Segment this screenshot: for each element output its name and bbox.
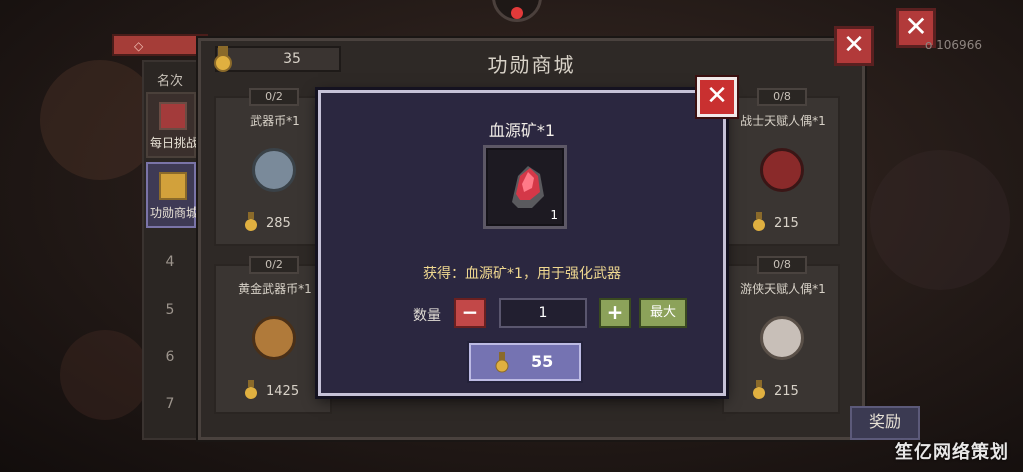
item-price: 215: [774, 384, 799, 399]
max-button[interactable]: 最大: [639, 298, 687, 328]
medal-icon: [495, 352, 509, 373]
watermark: 笙亿网络策划: [895, 442, 1009, 463]
rank-number: 7: [165, 396, 175, 412]
diamond-icon: ◇: [134, 39, 144, 53]
shop-card[interactable]: 0/8 游侠天赋人偶*1 215: [722, 256, 840, 414]
ranger-doll-icon: [760, 316, 804, 360]
warrior-doll-icon: [760, 148, 804, 192]
tab-merit-shop[interactable]: 功勋商城: [146, 162, 198, 228]
rank-number: 6: [165, 349, 175, 365]
tab-label: 功勋商城: [149, 206, 198, 220]
rank-column: 名次 每日挑战 功勋商城 4 5 6 7: [142, 60, 198, 440]
medal-icon: [214, 46, 232, 72]
item-price: 215: [774, 216, 799, 231]
item-name: 战士天赋人偶*1: [740, 114, 826, 128]
close-icon: ✕: [843, 30, 865, 60]
plus-icon: +: [606, 300, 624, 324]
gold-weapon-coin-icon: [252, 316, 296, 360]
item-name: 游侠天赋人偶*1: [740, 282, 826, 296]
currency-display: 35: [214, 46, 341, 72]
item-quantity: 1: [550, 208, 558, 222]
shop-close-button[interactable]: ✕: [834, 26, 874, 66]
shop-card[interactable]: 0/2 黄金武器币*1 1425: [214, 256, 332, 414]
player-id: o 106966: [925, 38, 982, 52]
shop-card[interactable]: 0/8 战士天赋人偶*1 215: [722, 88, 840, 246]
medal-icon: [245, 380, 257, 399]
buy-button[interactable]: 55: [469, 343, 581, 381]
currency-value: 35: [283, 51, 301, 67]
increase-button[interactable]: +: [599, 298, 631, 328]
rank-number: 4: [165, 254, 175, 270]
purchase-count: 0/8: [757, 88, 807, 106]
popup-title: 血源矿*1: [488, 121, 556, 140]
rank-header: 名次: [156, 74, 183, 89]
item-slot: 1: [483, 145, 567, 229]
blood-ore-icon: [512, 166, 544, 208]
medal-icon: [753, 212, 765, 231]
daily-challenge-icon: [159, 102, 187, 130]
medal-icon: [753, 380, 765, 399]
purchase-count: 0/2: [249, 256, 299, 274]
buy-price: 55: [531, 352, 554, 371]
purchase-count: 0/8: [757, 256, 807, 274]
decrease-button[interactable]: −: [454, 298, 486, 328]
medal-icon: [159, 172, 187, 200]
shop-card[interactable]: 0/2 武器币*1 285: [214, 88, 332, 246]
item-price: 1425: [266, 384, 300, 399]
notification-dot: [511, 7, 523, 19]
purchase-popup: 血源矿*1 1 获得：血源矿*1，用于强化武器 数量 − 1 + 最大 55: [318, 90, 726, 396]
reward-button[interactable]: 奖励: [850, 406, 920, 440]
minus-icon: −: [461, 300, 479, 324]
purchase-count: 0/2: [249, 88, 299, 106]
background-decoration: [60, 330, 150, 420]
item-name: 黄金武器币*1: [238, 282, 312, 296]
item-price: 285: [266, 216, 291, 231]
item-name: 武器币*1: [250, 114, 300, 128]
tab-daily-challenge[interactable]: 每日挑战: [146, 92, 198, 158]
background-decoration: [870, 150, 1010, 290]
weapon-coin-icon: [252, 148, 296, 192]
ribbon-banner: ◇: [112, 34, 208, 56]
medal-icon: [245, 212, 257, 231]
tab-label: 每日挑战: [149, 136, 198, 150]
quantity-input[interactable]: 1: [499, 298, 587, 328]
rank-number: 5: [165, 302, 175, 318]
quantity-label: 数量: [413, 308, 441, 324]
popup-close-button[interactable]: ✕: [697, 77, 737, 117]
close-icon: ✕: [706, 81, 728, 111]
item-description: 获得：血源矿*1，用于强化武器: [423, 266, 621, 282]
